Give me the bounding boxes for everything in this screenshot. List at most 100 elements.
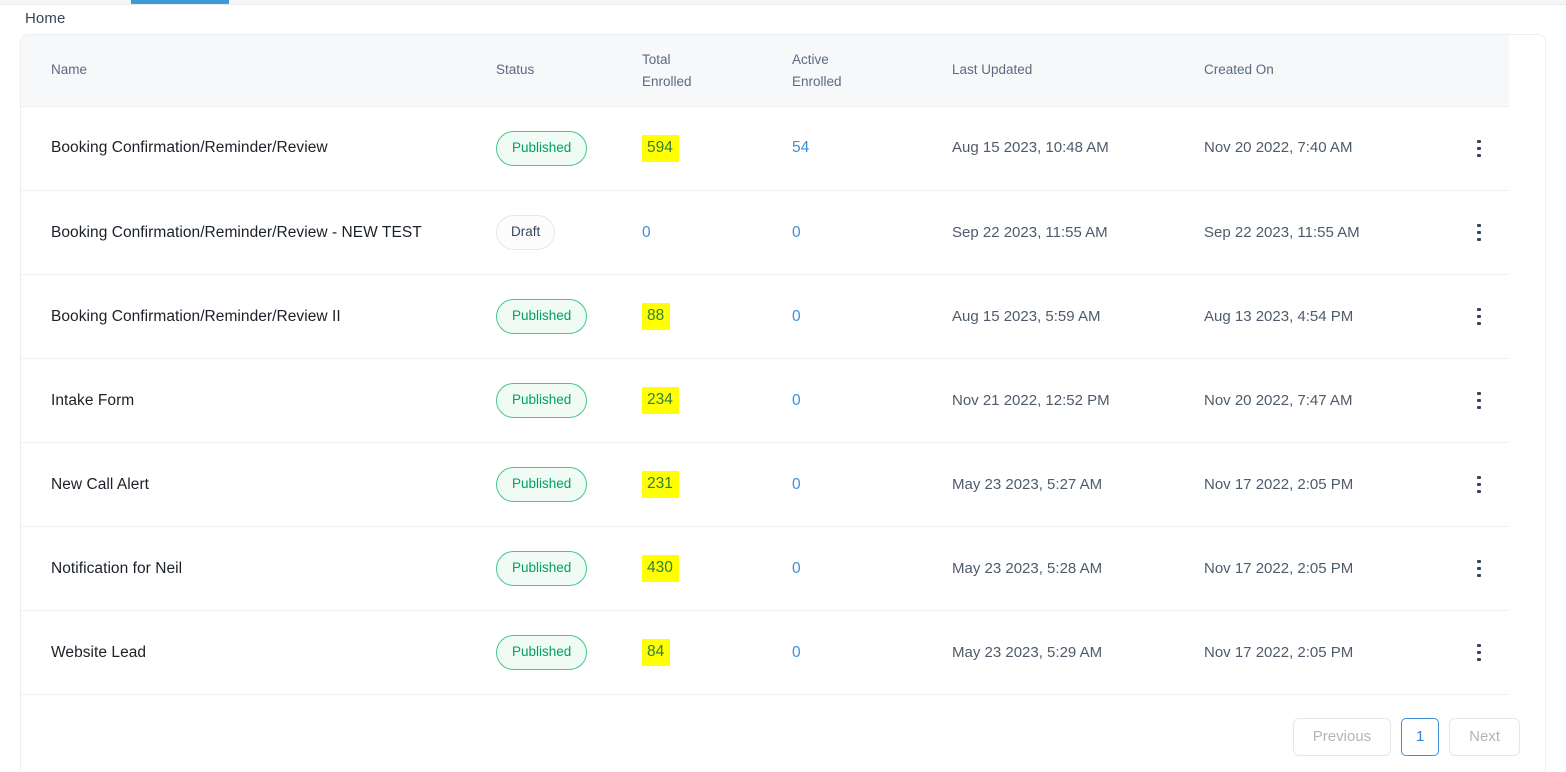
workflow-name[interactable]: Booking Confirmation/Reminder/Review - N… xyxy=(51,221,422,245)
column-header-total-enrolled-line2: Enrolled xyxy=(642,74,692,89)
pagination-previous-button[interactable]: Previous xyxy=(1292,717,1392,756)
active-enrolled-link[interactable]: 0 xyxy=(792,474,801,496)
workflow-name[interactable]: Website Lead xyxy=(51,641,146,665)
table-row[interactable]: Booking Confirmation/Reminder/Review II P… xyxy=(21,274,1509,359)
column-header-created-on[interactable]: Created On xyxy=(1204,35,1449,107)
active-enrolled-link[interactable]: 0 xyxy=(792,642,801,664)
table-row[interactable]: New Call Alert Published 231 0 May 23 2023, … xyxy=(21,442,1509,527)
workflow-name[interactable]: Notification for Neil xyxy=(51,557,182,581)
created-on-value: Aug 13 2023, 4:54 PM xyxy=(1204,307,1354,325)
cell-last-updated: Aug 15 2023, 5:59 AM xyxy=(952,274,1204,359)
cell-status: Draft xyxy=(496,190,642,275)
cell-status: Published xyxy=(496,106,642,191)
cell-total-enrolled: 84 xyxy=(642,610,792,695)
cell-actions xyxy=(1449,358,1509,443)
kebab-menu-icon[interactable] xyxy=(1468,222,1490,244)
cell-actions xyxy=(1449,106,1509,191)
table-row[interactable]: Notification for Neil Published 430 0 May 23… xyxy=(21,526,1509,611)
cell-total-enrolled: 430 xyxy=(642,526,792,611)
status-badge: Published xyxy=(496,551,588,586)
column-header-actions xyxy=(1449,35,1509,107)
created-on-value: Nov 17 2022, 2:05 PM xyxy=(1204,475,1354,493)
total-enrolled-link[interactable]: 594 xyxy=(642,134,679,162)
table-row[interactable]: Intake Form Published 234 0 Nov 21 2022, 12:… xyxy=(21,358,1509,443)
kebab-menu-icon[interactable] xyxy=(1468,642,1490,664)
status-badge: Published xyxy=(496,131,588,166)
last-updated-value: Aug 15 2023, 10:48 AM xyxy=(952,139,1109,157)
status-badge: Draft xyxy=(496,215,556,250)
breadcrumb: Home xyxy=(0,5,1566,31)
top-tab-strip xyxy=(0,0,1566,5)
last-updated-value: Nov 21 2022, 12:52 PM xyxy=(952,391,1110,409)
cell-status: Published xyxy=(496,358,642,443)
column-header-last-updated[interactable]: Last Updated xyxy=(952,35,1204,107)
workflow-name[interactable]: New Call Alert xyxy=(51,473,149,497)
cell-created-on: Nov 20 2022, 7:47 AM xyxy=(1204,358,1449,443)
cell-status: Published xyxy=(496,610,642,695)
cell-name: Website Lead xyxy=(21,610,496,695)
table-row[interactable]: Booking Confirmation/Reminder/Review - N… xyxy=(21,190,1509,275)
cell-last-updated: Sep 22 2023, 11:55 AM xyxy=(952,190,1204,275)
table-row[interactable]: Website Lead Published 84 0 May 23 2023, 5:2… xyxy=(21,610,1509,695)
cell-total-enrolled: 594 xyxy=(642,106,792,191)
kebab-menu-icon[interactable] xyxy=(1468,558,1490,580)
workflow-name[interactable]: Intake Form xyxy=(51,389,134,413)
workflow-name[interactable]: Booking Confirmation/Reminder/Review II xyxy=(51,305,341,329)
pagination-next-button[interactable]: Next xyxy=(1449,717,1520,756)
cell-actions xyxy=(1449,442,1509,527)
cell-status: Published xyxy=(496,274,642,359)
cell-total-enrolled: 231 xyxy=(642,442,792,527)
breadcrumb-item-home[interactable]: Home xyxy=(25,10,65,27)
cell-created-on: Aug 13 2023, 4:54 PM xyxy=(1204,274,1449,359)
kebab-menu-icon[interactable] xyxy=(1468,137,1490,159)
cell-actions xyxy=(1449,526,1509,611)
kebab-menu-icon[interactable] xyxy=(1468,306,1490,328)
last-updated-value: Aug 15 2023, 5:59 AM xyxy=(952,307,1101,325)
cell-last-updated: Nov 21 2022, 12:52 PM xyxy=(952,358,1204,443)
kebab-menu-icon[interactable] xyxy=(1468,390,1490,412)
cell-last-updated: May 23 2023, 5:27 AM xyxy=(952,442,1204,527)
total-enrolled-link[interactable]: 231 xyxy=(642,471,679,498)
cell-active-enrolled: 0 xyxy=(792,190,952,275)
active-enrolled-link[interactable]: 0 xyxy=(792,222,801,244)
pagination-footer: Previous 1 Next xyxy=(21,695,1545,772)
column-header-name-label: Name xyxy=(51,62,88,78)
table-row[interactable]: Booking Confirmation/Reminder/Review Publ… xyxy=(21,106,1509,191)
column-header-status[interactable]: Status xyxy=(496,35,642,107)
cell-last-updated: May 23 2023, 5:28 AM xyxy=(952,526,1204,611)
cell-created-on: Nov 17 2022, 2:05 PM xyxy=(1204,526,1449,611)
column-header-total-enrolled[interactable]: Total Enrolled xyxy=(642,35,792,107)
table-header-row: Name Status Total Enrolled Active Enroll… xyxy=(21,35,1509,107)
cell-status: Published xyxy=(496,442,642,527)
cell-name: Booking Confirmation/Reminder/Review II xyxy=(21,274,496,359)
created-on-value: Nov 20 2022, 7:47 AM xyxy=(1204,391,1353,409)
active-enrolled-link[interactable]: 54 xyxy=(792,137,809,159)
column-header-active-enrolled[interactable]: Active Enrolled xyxy=(792,35,952,107)
workflow-name[interactable]: Booking Confirmation/Reminder/Review xyxy=(51,136,328,160)
last-updated-value: May 23 2023, 5:27 AM xyxy=(952,475,1103,493)
cell-total-enrolled: 0 xyxy=(642,190,792,275)
cell-active-enrolled: 0 xyxy=(792,442,952,527)
cell-active-enrolled: 0 xyxy=(792,358,952,443)
status-badge: Published xyxy=(496,635,588,670)
active-enrolled-link[interactable]: 0 xyxy=(792,558,801,580)
cell-actions xyxy=(1449,610,1509,695)
total-enrolled-link[interactable]: 84 xyxy=(642,639,671,666)
last-updated-value: May 23 2023, 5:28 AM xyxy=(952,559,1103,577)
kebab-menu-icon[interactable] xyxy=(1468,474,1490,496)
pagination-page-1-button[interactable]: 1 xyxy=(1401,717,1440,756)
last-updated-value: May 23 2023, 5:29 AM xyxy=(952,643,1103,661)
cell-last-updated: May 23 2023, 5:29 AM xyxy=(952,610,1204,695)
total-enrolled-link[interactable]: 88 xyxy=(642,303,671,330)
active-enrolled-link[interactable]: 0 xyxy=(792,390,801,412)
column-header-total-enrolled-line1: Total xyxy=(642,52,671,67)
cell-total-enrolled: 88 xyxy=(642,274,792,359)
active-enrolled-link[interactable]: 0 xyxy=(792,306,801,328)
column-header-name[interactable]: Name xyxy=(21,35,496,107)
total-enrolled-link[interactable]: 0 xyxy=(642,222,651,244)
table-header: Name Status Total Enrolled Active Enroll… xyxy=(21,35,1545,107)
total-enrolled-link[interactable]: 430 xyxy=(642,555,679,582)
workflows-table-card: Name Status Total Enrolled Active Enroll… xyxy=(20,34,1546,772)
column-header-active-enrolled-line2: Enrolled xyxy=(792,74,842,89)
total-enrolled-link[interactable]: 234 xyxy=(642,387,679,414)
